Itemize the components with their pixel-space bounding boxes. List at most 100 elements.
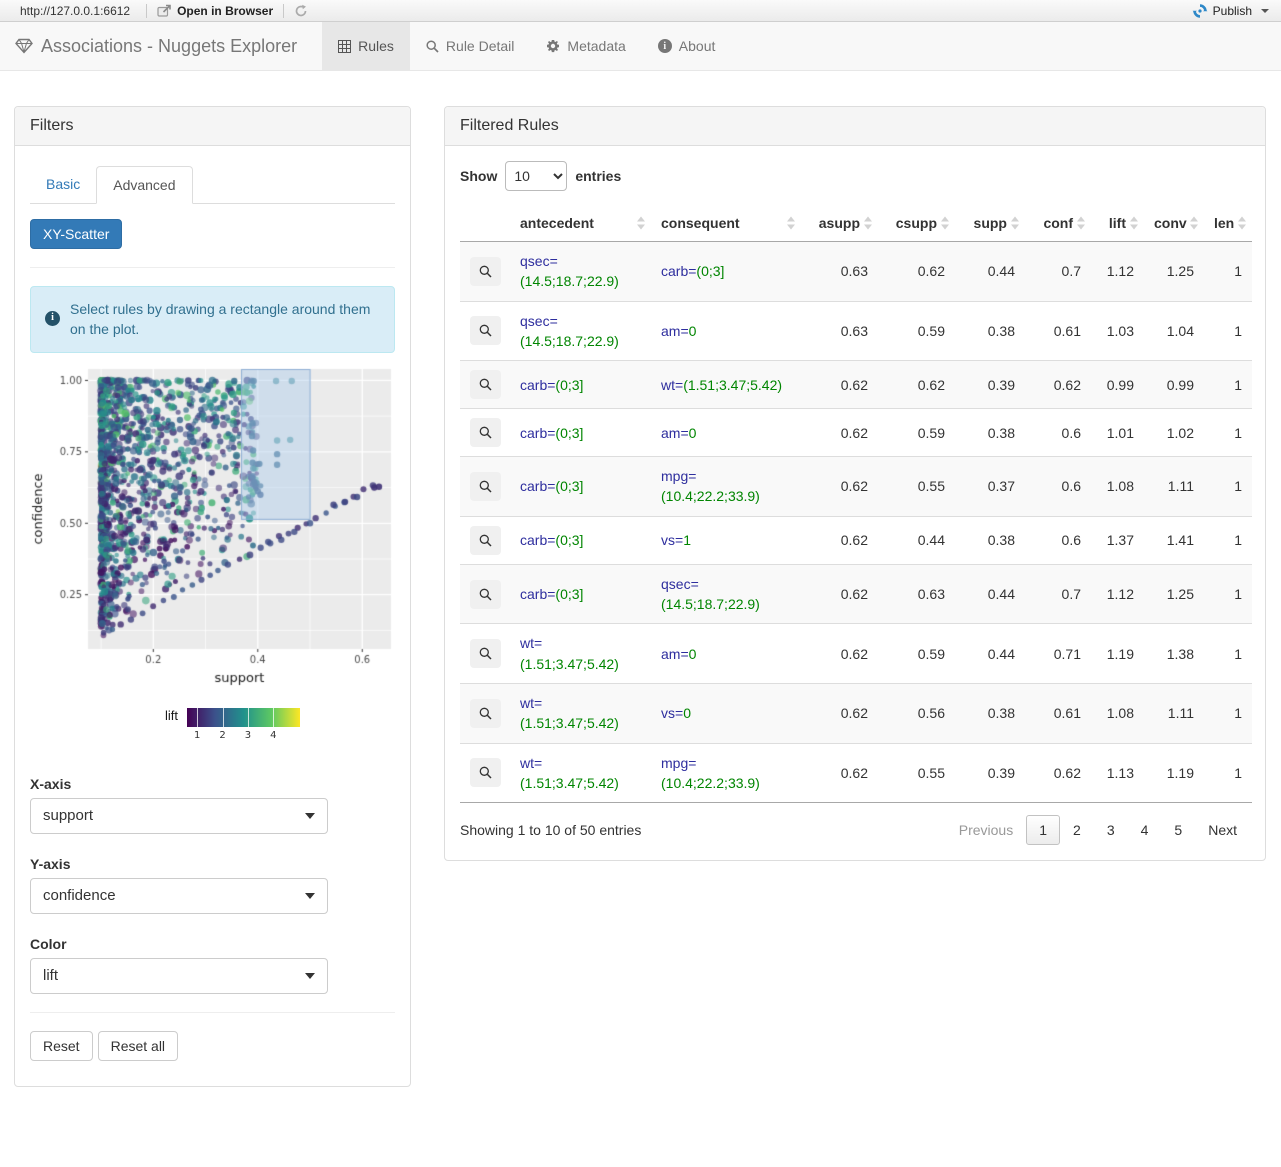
reset-all-button[interactable]: Reset all — [97, 1030, 179, 1061]
table-icon — [338, 39, 352, 53]
row-magnifier-button[interactable] — [470, 418, 501, 448]
consequent-link[interactable]: carb=(0;3] — [661, 263, 724, 279]
page-button-3[interactable]: 3 — [1094, 815, 1128, 845]
attribute-value: 0 — [688, 645, 697, 662]
tab-basic[interactable]: Basic — [30, 166, 96, 204]
row-magnifier-button[interactable] — [470, 579, 501, 609]
antecedent-link[interactable]: carb=(0;3] — [520, 478, 583, 494]
magnifier-icon — [479, 534, 492, 547]
antecedent-link[interactable]: carb=(0;3] — [520, 377, 583, 393]
consequent-link[interactable]: am=0 — [661, 425, 696, 441]
reset-button[interactable]: Reset — [30, 1030, 93, 1061]
csupp-cell: 0.59 — [878, 408, 955, 457]
antecedent-link[interactable]: carb=(0;3] — [520, 425, 583, 441]
attribute-name: carb= — [520, 532, 556, 549]
page-button-5[interactable]: 5 — [1161, 815, 1195, 845]
caret-down-icon — [1261, 8, 1269, 13]
header-conv[interactable]: conv — [1144, 205, 1204, 242]
row-magnifier-button[interactable] — [470, 698, 501, 728]
supp-cell: 0.38 — [955, 300, 1025, 361]
consequent-link[interactable]: mpg= (10.4;22.2;33.9) — [661, 755, 760, 791]
table-row: qsec= (14.5;18.7;22.9) am=0 0.63 0.59 0.3… — [460, 300, 1252, 361]
header-antecedent[interactable]: antecedent — [510, 205, 651, 242]
consequent-link[interactable]: mpg= (10.4;22.2;33.9) — [661, 468, 760, 504]
filters-panel-title: Filters — [15, 107, 410, 146]
consequent-link[interactable]: am=0 — [661, 323, 696, 339]
lift-cell: 1.08 — [1091, 682, 1144, 744]
color-select[interactable]: lift — [30, 957, 328, 994]
antecedent-link[interactable]: carb=(0;3] — [520, 586, 583, 602]
attribute-value: (0;3] — [555, 424, 584, 441]
page-button-2[interactable]: 2 — [1060, 815, 1094, 845]
previous-page-button[interactable]: Previous — [946, 815, 1026, 845]
entries-info: Showing 1 to 10 of 50 entries — [460, 822, 642, 839]
antecedent-link[interactable]: wt= (1.51;3.47;5.42) — [520, 755, 619, 791]
attribute-value: (14.5;18.7;22.9) — [661, 596, 760, 613]
header-csupp[interactable]: csupp — [878, 205, 955, 242]
consequent-link[interactable]: qsec= (14.5;18.7;22.9) — [661, 576, 760, 612]
xaxis-select[interactable]: support — [30, 797, 328, 834]
sort-icon — [1238, 216, 1246, 230]
next-page-button[interactable]: Next — [1195, 815, 1250, 845]
header-len[interactable]: len — [1204, 205, 1252, 242]
csupp-cell: 0.59 — [878, 623, 955, 684]
antecedent-link[interactable]: carb=(0;3] — [520, 532, 583, 548]
csupp-cell: 0.55 — [878, 456, 955, 517]
antecedent-link[interactable]: qsec= (14.5;18.7;22.9) — [520, 253, 619, 289]
supp-cell: 0.44 — [987, 263, 1015, 280]
scatter-plot-canvas[interactable] — [30, 360, 396, 695]
header-consequent[interactable]: consequent — [651, 205, 801, 242]
consequent-cell: mpg= (10.4;22.2;33.9) — [651, 742, 801, 803]
header-supp[interactable]: supp — [955, 205, 1025, 242]
refresh-button[interactable] — [290, 4, 312, 18]
filters-tabs: Basic Advanced — [30, 166, 395, 204]
header-conf[interactable]: conf — [1025, 205, 1091, 242]
conf-cell: 0.6 — [1025, 408, 1091, 457]
antecedent-cell: qsec= (14.5;18.7;22.9) — [510, 300, 651, 361]
row-magnifier-button[interactable] — [470, 316, 501, 346]
yaxis-select-value: confidence — [43, 887, 116, 905]
supp-cell: 0.37 — [955, 456, 1025, 517]
tab-advanced[interactable]: Advanced — [96, 166, 193, 204]
page-button-1[interactable]: 1 — [1026, 815, 1061, 846]
page-button-4[interactable]: 4 — [1128, 815, 1162, 845]
antecedent-link[interactable]: qsec= (14.5;18.7;22.9) — [520, 313, 619, 349]
yaxis-select[interactable]: confidence — [30, 877, 328, 914]
row-magnifier-button[interactable] — [470, 639, 501, 669]
header-lift[interactable]: lift — [1091, 205, 1144, 242]
tab-metadata[interactable]: Metadata — [530, 22, 641, 70]
antecedent-link[interactable]: wt= (1.51;3.47;5.42) — [520, 695, 619, 731]
attribute-value: (0;3] — [555, 376, 584, 393]
publish-button[interactable]: Publish — [1188, 4, 1273, 18]
tab-rules[interactable]: Rules — [322, 22, 410, 70]
gear-icon — [546, 39, 560, 53]
consequent-link[interactable]: vs=1 — [661, 532, 691, 548]
consequent-link[interactable]: am=0 — [661, 646, 696, 662]
len-cell: 1 — [1204, 563, 1252, 624]
consequent-cell: wt=(1.51;3.47;5.42) — [651, 360, 801, 409]
asupp-cell: 0.62 — [801, 742, 878, 803]
consequent-link[interactable]: wt=(1.51;3.47;5.42) — [661, 377, 782, 393]
open-in-browser-button[interactable]: Open in Browser — [153, 4, 277, 18]
xy-scatter-button[interactable]: XY-Scatter — [30, 219, 123, 249]
reset-buttons: Reset Reset all — [30, 1030, 395, 1061]
pagination: Previous 1 2 3 4 5 Next — [946, 815, 1250, 846]
page-length-select[interactable]: 10 — [505, 161, 568, 191]
row-magnifier-button[interactable] — [470, 471, 501, 501]
row-magnifier-button[interactable] — [470, 525, 501, 555]
row-magnifier-button[interactable] — [470, 256, 501, 286]
tab-rules-label: Rules — [358, 38, 394, 54]
header-asupp[interactable]: asupp — [801, 205, 878, 242]
row-magnifier-button[interactable] — [470, 370, 501, 400]
conv-cell: 1.25 — [1166, 263, 1194, 280]
toolbar-divider — [146, 3, 148, 18]
tab-rule-detail[interactable]: Rule Detail — [410, 22, 530, 70]
refresh-icon — [294, 4, 308, 18]
supp-cell: 0.44 — [955, 623, 1025, 684]
antecedent-cell: wt= (1.51;3.47;5.42) — [510, 682, 651, 744]
row-magnifier-button[interactable] — [470, 758, 501, 788]
gem-icon — [15, 38, 33, 54]
tab-about[interactable]: i About — [642, 22, 732, 70]
antecedent-link[interactable]: wt= (1.51;3.47;5.42) — [520, 635, 619, 671]
consequent-link[interactable]: vs=0 — [661, 705, 691, 721]
